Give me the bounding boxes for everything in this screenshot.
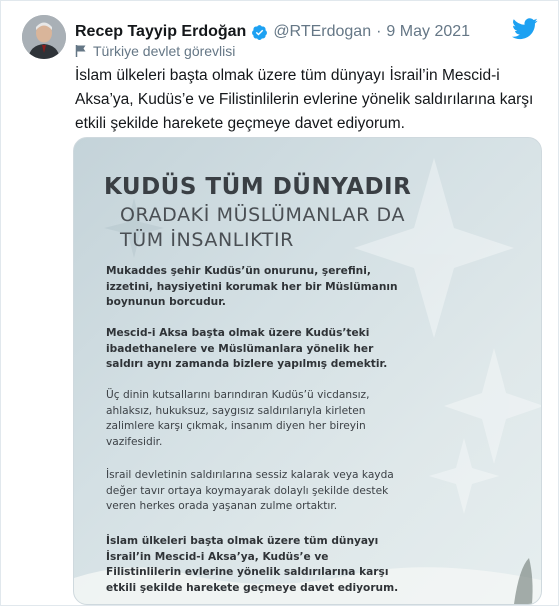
tweet-media-image[interactable]: KUDÜS TÜM DÜNYADIR ORADAKİ MÜSLÜMANLAR D… (73, 137, 542, 605)
account-label: Türkiye devlet görevlisi (75, 42, 235, 60)
tweet-text: İslam ülkeleri başta olmak üzere tüm dün… (75, 67, 534, 132)
account-label-text: Türkiye devlet görevlisi (93, 43, 236, 59)
flag-icon (75, 44, 87, 58)
verified-badge-icon (251, 24, 268, 41)
poster-paragraph-2: Mescid-i Aksa başta olmak üzere Kudüs’te… (106, 327, 388, 370)
twitter-bird-icon[interactable] (512, 18, 538, 40)
poster-title: KUDÜS TÜM DÜNYADIR (104, 174, 412, 200)
display-name[interactable]: Recep Tayyip Erdoğan (75, 23, 246, 41)
poster-subtitle-line1: ORADAKİ MÜSLÜMANLAR DA (120, 204, 406, 226)
avatar[interactable] (22, 15, 66, 59)
tweet-card[interactable]: Recep Tayyip Erdoğan @RTErdogan · 9 May … (0, 0, 559, 606)
poster-paragraph-5: İslam ülkeleri başta olmak üzere tüm dün… (106, 535, 399, 594)
poster-paragraph-4: İsrail devletinin saldırılarına sessiz k… (106, 469, 394, 512)
poster-paragraph-3: Üç dinin kutsallarını barındıran Kudüs’ü… (106, 389, 370, 448)
handle[interactable]: @RTErdogan (273, 23, 371, 41)
timestamp[interactable]: 9 May 2021 (386, 23, 470, 41)
author-row: Recep Tayyip Erdoğan @RTErdogan · 9 May … (75, 21, 470, 43)
poster-subtitle-line2: TÜM İNSANLIKTIR (120, 229, 294, 251)
poster-paragraph-1: Mukaddes şehir Kudüs’ün onurunu, şerefin… (106, 265, 398, 308)
separator: · (376, 23, 382, 40)
